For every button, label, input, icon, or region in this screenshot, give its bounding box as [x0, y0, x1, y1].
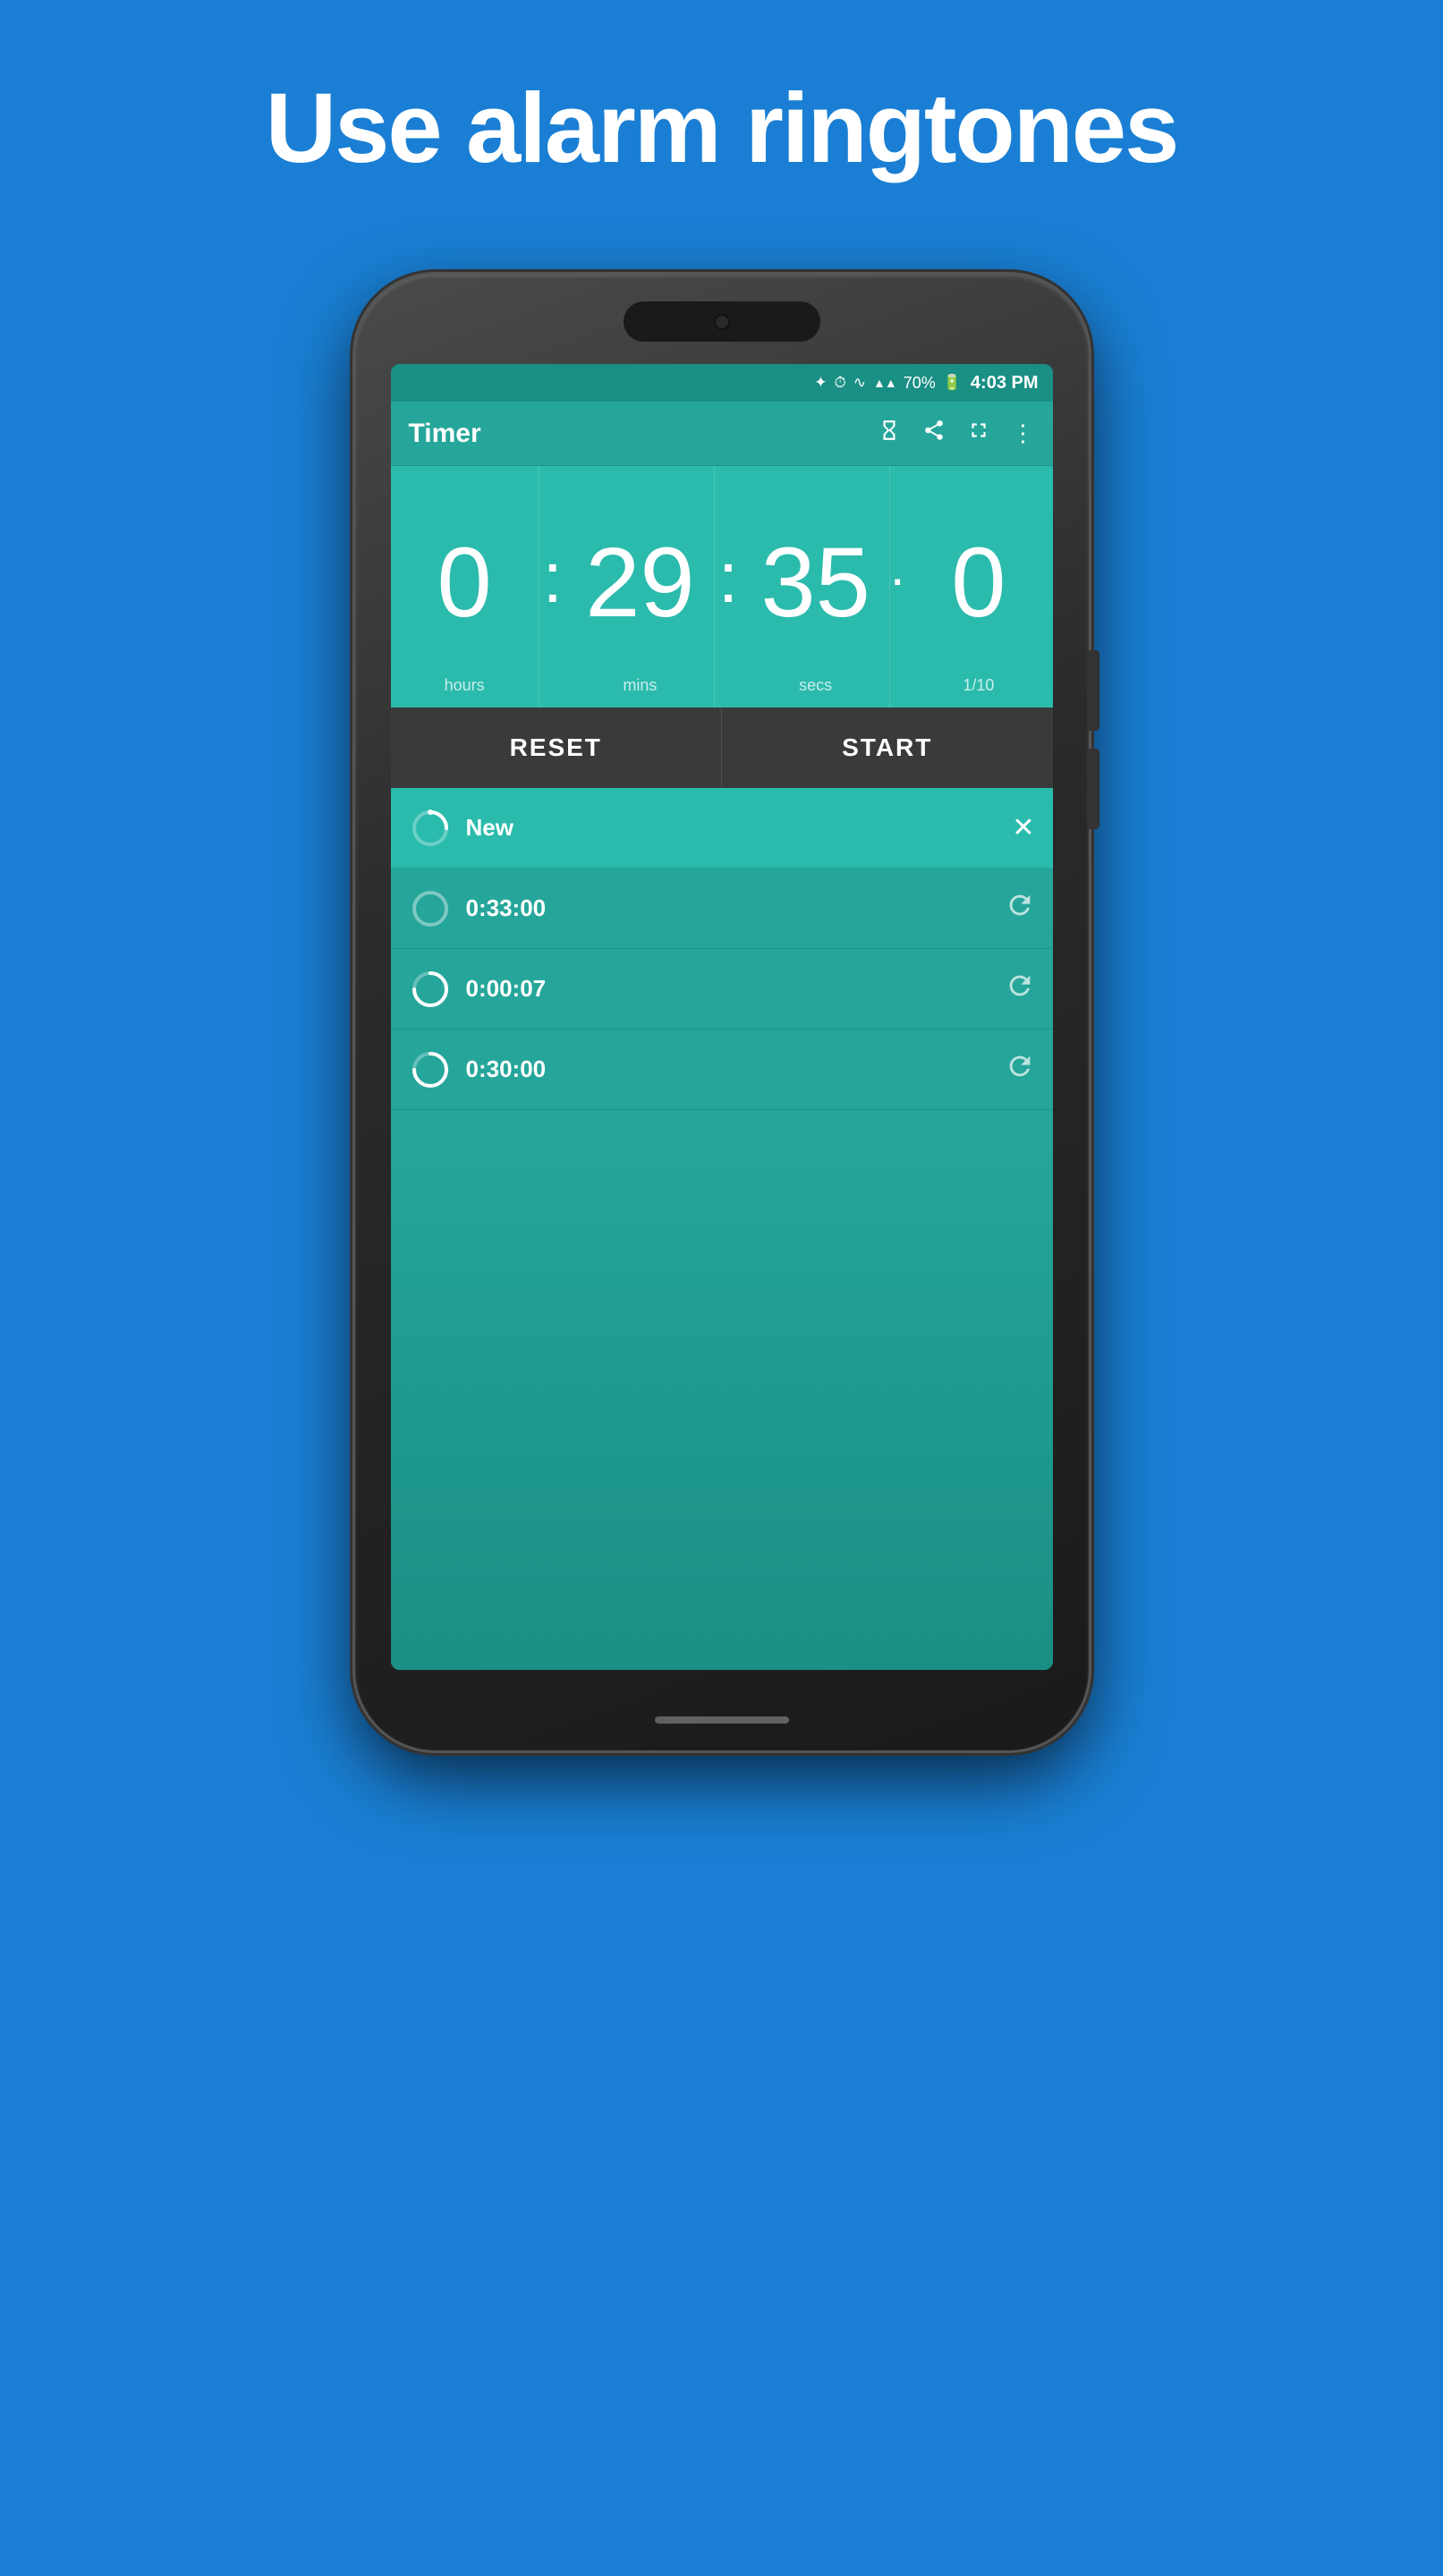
seconds-label: secs — [799, 676, 832, 695]
battery-indicator: 70% — [904, 374, 936, 393]
reset-button[interactable]: RESET — [391, 708, 723, 788]
signal-icon: ▲▲ — [873, 376, 896, 390]
volume-down-button[interactable] — [1087, 749, 1099, 829]
hourglass-icon[interactable] — [878, 419, 901, 448]
timer-new-icon — [409, 807, 452, 850]
timer-list-item-3[interactable]: 0:30:00 — [391, 1030, 1053, 1110]
timer-list-item-2[interactable]: 0:00:07 — [391, 949, 1053, 1030]
colon-separator-1: : — [539, 466, 566, 708]
camera-lens — [714, 314, 730, 330]
timer-3-refresh-icon[interactable] — [1005, 1051, 1035, 1089]
hours-segment[interactable]: 0 hours — [391, 466, 539, 708]
timer-list-item-1[interactable]: 0:33:00 — [391, 869, 1053, 949]
app-title: Timer — [409, 419, 878, 449]
battery-icon: 🔋 — [943, 374, 962, 392]
status-icons: ✦ ⏱ ∿ ▲▲ 70% 🔋 — [814, 374, 962, 393]
start-button[interactable]: START — [722, 708, 1053, 788]
tenths-value: 0 — [951, 534, 1006, 632]
more-icon[interactable]: ⋮ — [1012, 419, 1035, 447]
timer-1-refresh-icon[interactable] — [1005, 890, 1035, 928]
fraction-label: 1/10 — [963, 676, 994, 695]
timer-list-item-new[interactable]: New ✕ — [391, 788, 1053, 869]
minutes-value: 29 — [585, 534, 694, 632]
colon-separator-2: : — [715, 466, 742, 708]
share-icon[interactable] — [922, 419, 946, 448]
minutes-segment[interactable]: 29 mins — [566, 466, 715, 708]
tenths-segment[interactable]: 0 1/10 — [904, 466, 1052, 708]
timer-3-icon — [409, 1048, 452, 1091]
camera-notch — [624, 301, 820, 342]
page-title: Use alarm ringtones — [0, 72, 1443, 185]
expand-icon[interactable] — [967, 419, 990, 448]
status-bar: ✦ ⏱ ∿ ▲▲ 70% 🔋 4:03 PM — [391, 364, 1053, 402]
timer-1-label: 0:33:00 — [466, 894, 1005, 922]
volume-up-button[interactable] — [1087, 650, 1099, 731]
timer-1-icon — [409, 887, 452, 930]
timer-2-icon — [409, 968, 452, 1011]
timer-list: New ✕ 0:33:00 — [391, 788, 1053, 1670]
bluetooth-icon: ✦ — [814, 374, 827, 392]
control-buttons: RESET START — [391, 708, 1053, 788]
hours-value: 0 — [437, 534, 492, 632]
phone-mockup: ✦ ⏱ ∿ ▲▲ 70% 🔋 4:03 PM Timer — [355, 275, 1089, 1750]
toolbar-icons: ⋮ — [878, 419, 1035, 448]
timer-2-label: 0:00:07 — [466, 975, 1005, 1003]
timer-3-label: 0:30:00 — [466, 1055, 1005, 1083]
phone-screen: ✦ ⏱ ∿ ▲▲ 70% 🔋 4:03 PM Timer — [391, 364, 1053, 1670]
timer-close-button[interactable]: ✕ — [1012, 812, 1034, 843]
app-toolbar: Timer — [391, 402, 1053, 466]
minutes-label: mins — [623, 676, 657, 695]
home-indicator[interactable] — [655, 1716, 789, 1724]
seconds-value: 35 — [760, 534, 870, 632]
dot-separator: · — [890, 466, 904, 708]
alarm-icon: ⏱ — [834, 374, 845, 392]
timer-display: 0 hours : 29 mins : 35 secs · 0 1/10 — [391, 466, 1053, 708]
status-time: 4:03 PM — [971, 373, 1039, 394]
wifi-icon: ∿ — [853, 374, 866, 392]
list-fade-area — [391, 1110, 1053, 1670]
timer-new-label: New — [466, 814, 1013, 842]
hours-label: hours — [445, 676, 485, 695]
seconds-segment[interactable]: 35 secs — [742, 466, 890, 708]
timer-2-refresh-icon[interactable] — [1005, 970, 1035, 1008]
